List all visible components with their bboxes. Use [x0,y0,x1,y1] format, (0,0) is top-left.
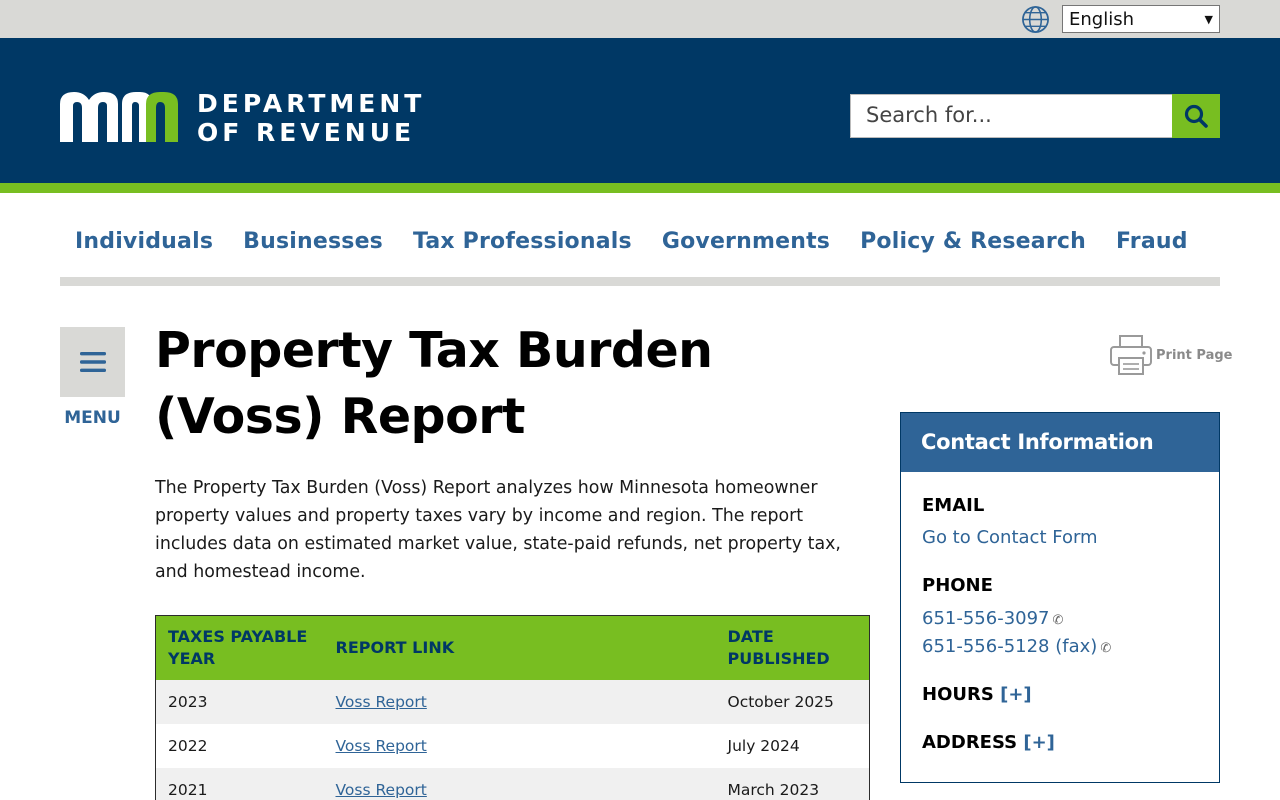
table-header-row: TAXES PAYABLE YEAR REPORT LINK DATE PUBL… [155,615,870,680]
hours-toggle[interactable]: HOURS [+] [922,684,1032,705]
column-header-date: DATE PUBLISHED [715,615,870,680]
cell-date: March 2023 [715,767,870,800]
fax-number: 651-556-5128 (fax) [922,636,1098,657]
nav-item-governments[interactable]: Governments [662,229,830,254]
header-accent-stripe [0,183,1280,193]
printer-icon[interactable] [1109,334,1153,376]
globe-icon [1022,6,1049,33]
nav-item-policy-research[interactable]: Policy & Research [860,229,1086,254]
logo-wordmark: DEPARTMENT OF REVENUE [197,89,425,147]
hamburger-icon [79,352,106,372]
email-label: EMAIL [922,495,985,516]
menu-label[interactable]: MENU [60,408,125,428]
contact-card: Contact Information EMAIL Go to Contact … [900,412,1220,783]
phone-label: PHONE [922,575,993,596]
cell-year: 2022 [168,736,208,755]
language-select[interactable]: English ▼ [1062,5,1220,33]
expand-icon: [+] [1000,684,1032,705]
contact-card-title: Contact Information [901,413,1219,472]
logo-line-2: OF REVENUE [197,118,416,147]
voss-report-link[interactable]: Voss Report [336,737,427,755]
hours-label: HOURS [922,684,994,705]
table-row: 2023 Voss Report October 2025 [155,679,870,724]
reports-table: TAXES PAYABLE YEAR REPORT LINK DATE PUBL… [155,615,870,800]
contact-form-link[interactable]: Go to Contact Form [922,527,1098,548]
search-placeholder: Search for... [866,103,992,127]
expand-icon: [+] [1023,732,1055,753]
search-icon [1184,104,1208,128]
table-row: 2021 Voss Report March 2023 [155,767,870,800]
language-select-value: English [1069,8,1134,30]
cell-date: July 2024 [727,736,800,755]
table-row: 2022 Voss Report July 2024 [156,724,870,768]
phone-icon: ✆ [1100,641,1112,656]
voss-report-link[interactable]: Voss Report [336,781,427,799]
print-page-link[interactable]: Print Page [1156,348,1232,363]
nav-item-businesses[interactable]: Businesses [243,229,383,254]
main-nav: Individuals Businesses Tax Professionals… [60,214,1220,268]
cell-year: 2023 [155,679,324,724]
logo-line-1: DEPARTMENT [197,89,426,118]
column-header-year: TAXES PAYABLE YEAR [155,615,324,680]
intro-paragraph: The Property Tax Burden (Voss) Report an… [155,478,841,582]
page-title: Property Tax Burden (Voss) Report [155,322,713,445]
search-input[interactable]: Search for... [850,94,1173,138]
phone-number: 651-556-3097 [922,608,1050,629]
address-toggle[interactable]: ADDRESS [+] [922,732,1055,753]
nav-item-tax-professionals[interactable]: Tax Professionals [413,229,632,254]
voss-report-link[interactable]: Voss Report [336,693,427,711]
address-label: ADDRESS [922,732,1018,753]
column-header-report-link: REPORT LINK [323,615,716,680]
nav-divider [60,277,1220,286]
nav-item-individuals[interactable]: Individuals [75,229,213,254]
phone-icon: ✆ [1052,613,1064,628]
menu-button[interactable] [60,327,125,397]
search-button[interactable] [1172,94,1220,138]
nav-item-fraud[interactable]: Fraud [1116,229,1188,254]
chevron-down-icon: ▼ [1204,12,1213,26]
utility-bar: English ▼ [0,0,1280,38]
phone-link[interactable]: 651-556-3097 ✆ [922,608,1063,629]
cell-year: 2021 [155,767,324,800]
cell-date: October 2025 [715,679,870,724]
fax-link[interactable]: 651-556-5128 (fax) ✆ [922,636,1111,657]
